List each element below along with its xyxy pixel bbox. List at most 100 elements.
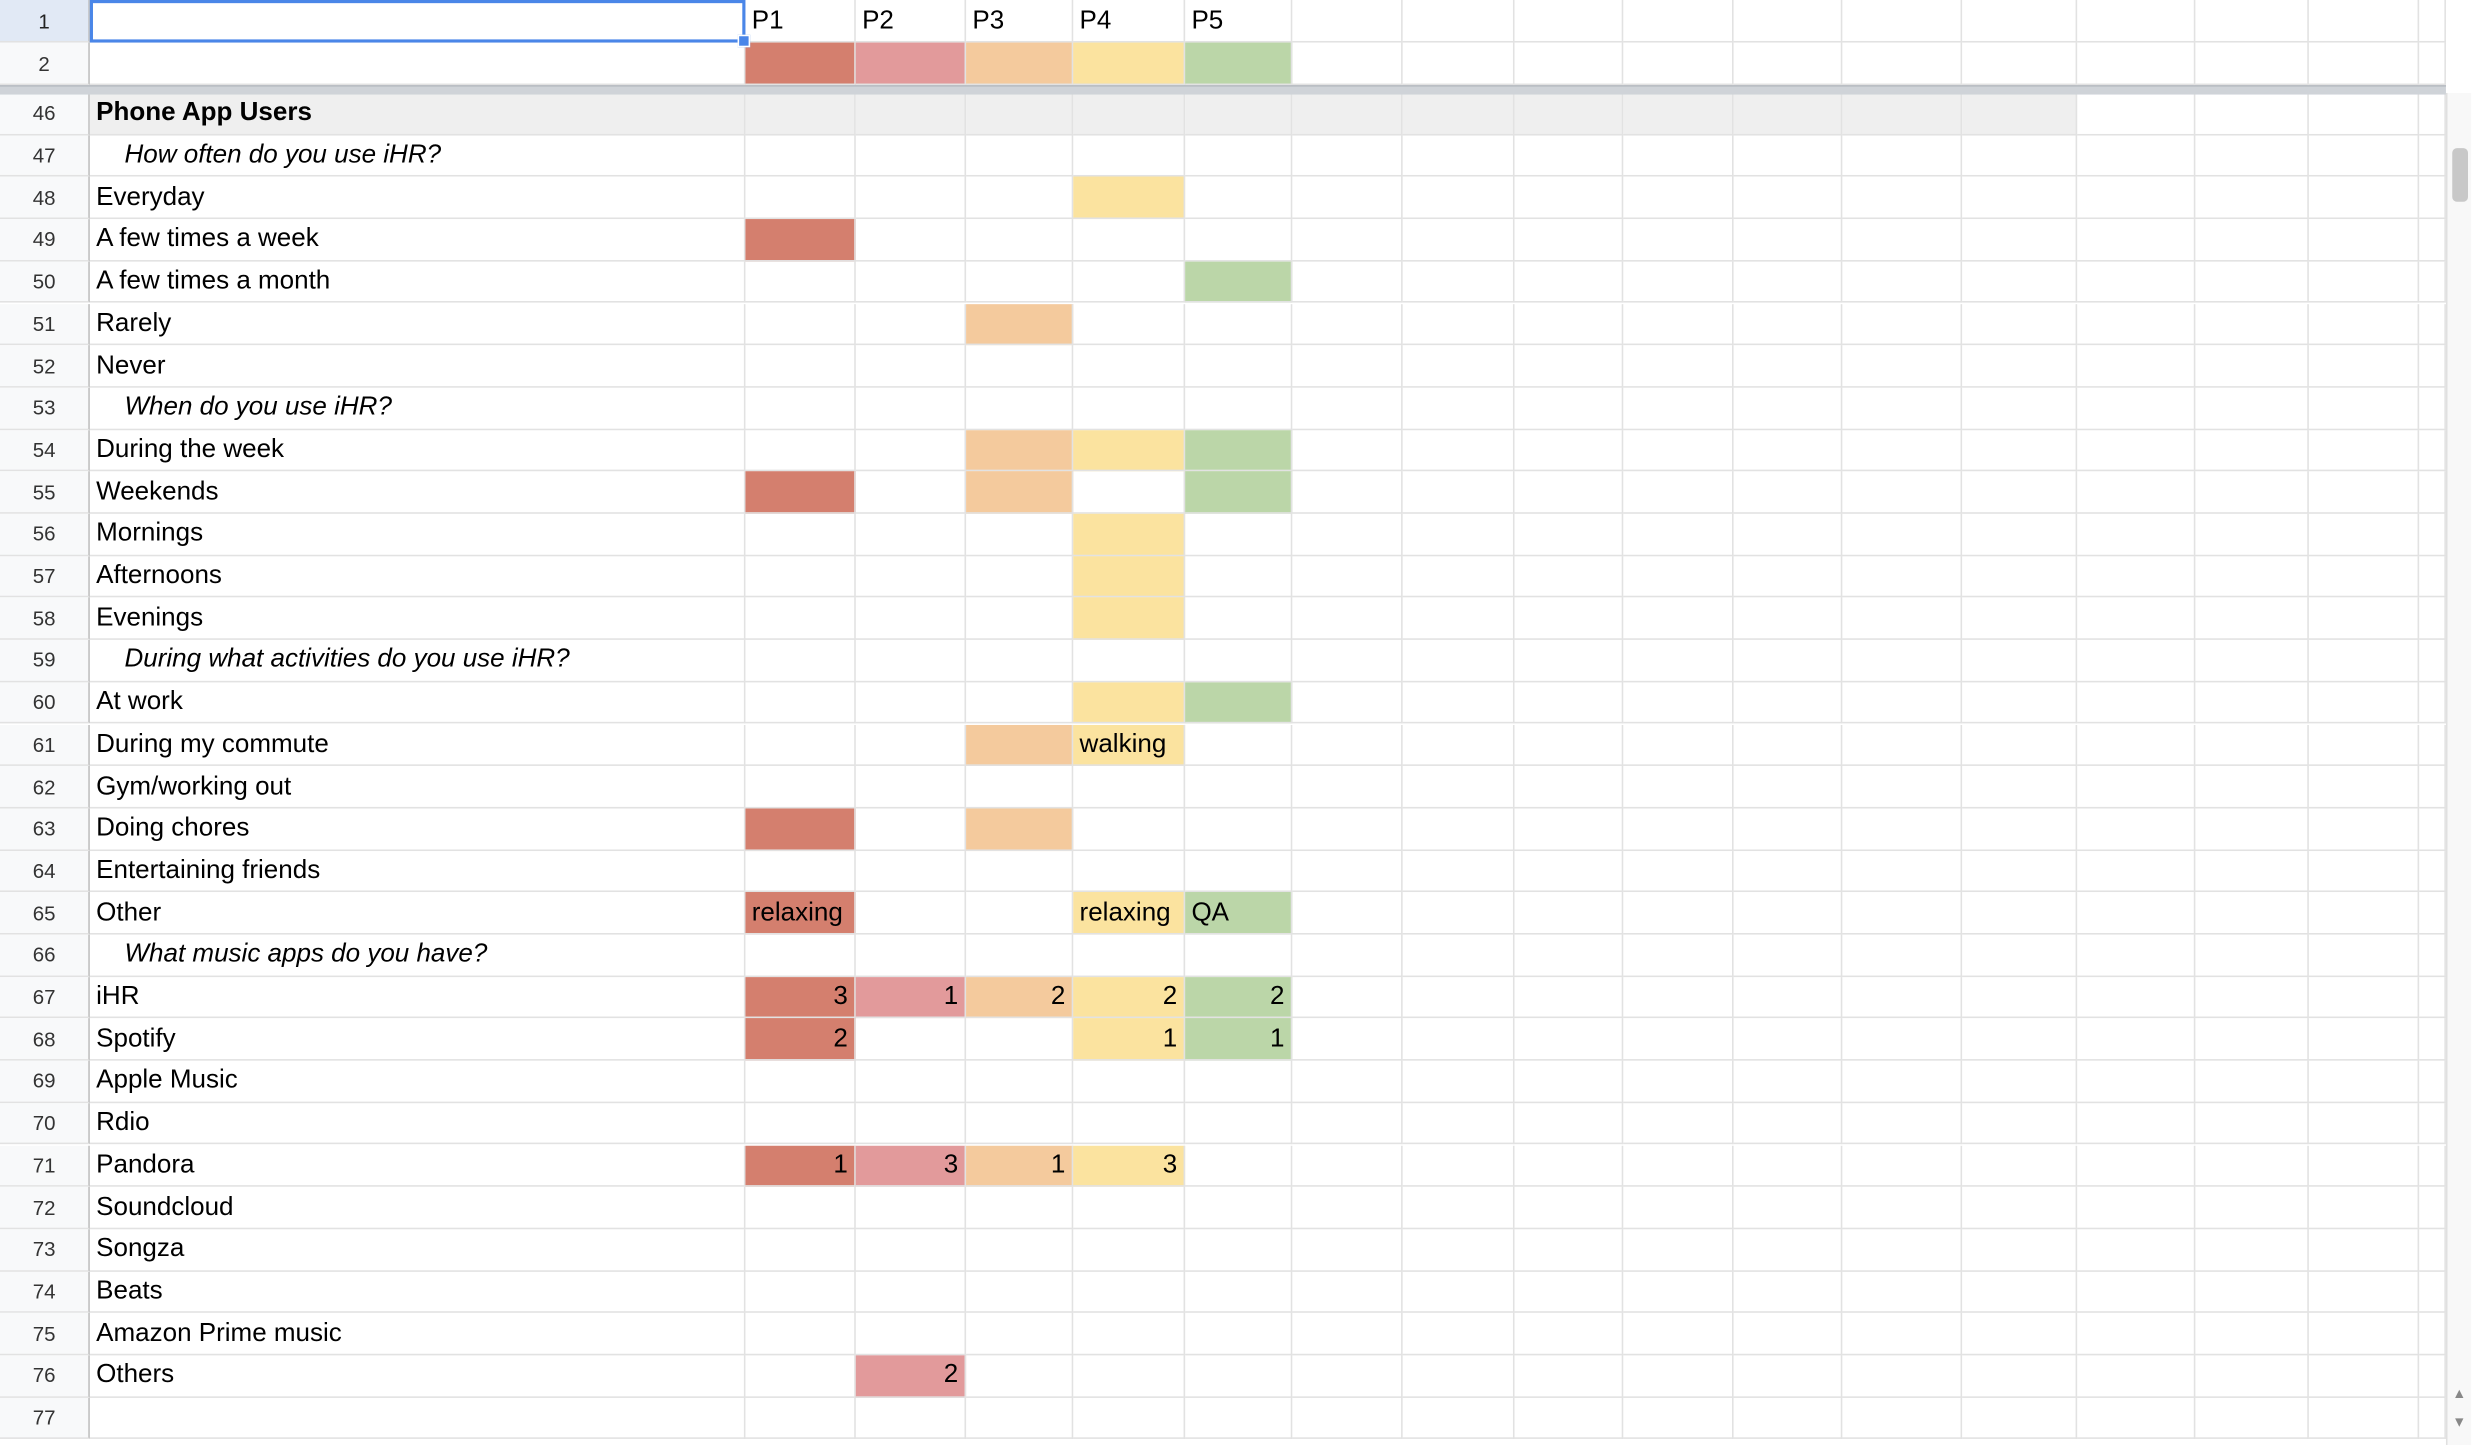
row-header[interactable]: 53 bbox=[0, 387, 90, 430]
response-cell-p3[interactable] bbox=[966, 555, 1074, 598]
row-header[interactable]: 66 bbox=[0, 934, 90, 977]
response-cell-p1[interactable] bbox=[745, 345, 856, 388]
response-cell-p2[interactable] bbox=[855, 597, 967, 640]
grid-cell[interactable] bbox=[1733, 1271, 1843, 1314]
grid-cell[interactable] bbox=[1842, 303, 1963, 346]
grid-cell[interactable] bbox=[1402, 219, 1515, 262]
row-label[interactable]: Afternoons bbox=[89, 555, 746, 598]
grid-cell[interactable] bbox=[1842, 682, 1963, 725]
grid-cell[interactable] bbox=[1514, 1187, 1624, 1230]
response-cell-p2[interactable] bbox=[855, 345, 967, 388]
grid-cell[interactable] bbox=[1962, 387, 2078, 430]
grid-cell[interactable] bbox=[1514, 387, 1624, 430]
response-cell-p5[interactable] bbox=[1185, 219, 1293, 262]
grid-cell[interactable] bbox=[1623, 1313, 1734, 1356]
grid-cell[interactable] bbox=[1292, 1102, 1403, 1145]
response-cell-p2[interactable] bbox=[855, 682, 967, 725]
response-cell-p5[interactable] bbox=[1185, 682, 1293, 725]
response-cell-p3[interactable] bbox=[966, 1060, 1074, 1103]
grid-cell[interactable] bbox=[1514, 892, 1624, 935]
response-cell-p2[interactable] bbox=[855, 1229, 967, 1272]
grid-cell[interactable] bbox=[2195, 766, 2309, 809]
row-label[interactable]: Amazon Prime music bbox=[89, 1313, 746, 1356]
grid-cell[interactable] bbox=[1842, 1144, 1963, 1188]
grid-cell[interactable] bbox=[1402, 555, 1515, 598]
grid-cell[interactable] bbox=[2077, 135, 2196, 178]
grid-cell[interactable] bbox=[1402, 387, 1515, 430]
response-cell-p2[interactable] bbox=[855, 640, 967, 683]
grid-cell[interactable] bbox=[2077, 0, 2196, 43]
grid-cell[interactable] bbox=[1962, 1229, 2078, 1272]
grid-cell[interactable] bbox=[2419, 1060, 2446, 1103]
grid-cell[interactable] bbox=[1733, 429, 1843, 472]
grid-cell[interactable] bbox=[1842, 597, 1963, 640]
grid-cell[interactable] bbox=[1292, 1144, 1403, 1188]
grid-cell[interactable] bbox=[1514, 345, 1624, 388]
row-label[interactable]: What music apps do you have? bbox=[89, 934, 746, 977]
response-cell-p1[interactable] bbox=[745, 1187, 856, 1230]
grid-cell[interactable] bbox=[1962, 808, 2078, 851]
grid-cell[interactable] bbox=[1733, 1102, 1843, 1145]
grid-cell[interactable] bbox=[1514, 1144, 1624, 1188]
grid-cell[interactable] bbox=[2308, 42, 2420, 86]
grid-cell[interactable] bbox=[2195, 345, 2309, 388]
grid-cell[interactable] bbox=[2419, 513, 2446, 556]
grid-cell[interactable] bbox=[1623, 976, 1734, 1019]
grid-cell[interactable] bbox=[1402, 303, 1515, 346]
row-header[interactable]: 60 bbox=[0, 682, 90, 725]
response-cell-p5[interactable] bbox=[1185, 555, 1293, 598]
response-cell-p5[interactable] bbox=[1185, 261, 1293, 304]
response-cell-p2[interactable] bbox=[855, 471, 967, 514]
grid-cell[interactable] bbox=[966, 42, 1074, 86]
response-cell-p5[interactable] bbox=[1185, 92, 1293, 136]
grid-cell[interactable] bbox=[2195, 0, 2309, 43]
grid-cell[interactable] bbox=[1842, 0, 1963, 43]
response-cell-p4[interactable] bbox=[1073, 345, 1186, 388]
row-header[interactable]: 58 bbox=[0, 597, 90, 640]
grid-cell[interactable] bbox=[2419, 303, 2446, 346]
grid-cell[interactable] bbox=[2419, 387, 2446, 430]
response-cell-p5[interactable] bbox=[1185, 1187, 1293, 1230]
grid-cell[interactable] bbox=[1733, 1313, 1843, 1356]
grid-cell[interactable] bbox=[1842, 1102, 1963, 1145]
response-cell-p4[interactable] bbox=[1073, 1229, 1186, 1272]
grid-cell[interactable] bbox=[1514, 1355, 1624, 1398]
response-cell-p4[interactable] bbox=[1073, 471, 1186, 514]
grid-cell[interactable] bbox=[1402, 471, 1515, 514]
grid-cell[interactable] bbox=[1514, 682, 1624, 725]
row-header[interactable]: 65 bbox=[0, 892, 90, 935]
grid-cell[interactable] bbox=[1623, 1144, 1734, 1188]
grid-cell[interactable] bbox=[1623, 303, 1734, 346]
grid-cell[interactable] bbox=[1962, 177, 2078, 220]
grid-cell[interactable] bbox=[1623, 850, 1734, 893]
response-cell-p2[interactable] bbox=[855, 219, 967, 262]
grid-cell[interactable] bbox=[1623, 724, 1734, 767]
grid-cell[interactable] bbox=[1402, 1102, 1515, 1145]
grid-cell[interactable] bbox=[1402, 92, 1515, 136]
response-cell-p5[interactable] bbox=[1185, 1271, 1293, 1314]
grid-cell[interactable] bbox=[2419, 640, 2446, 683]
grid-cell[interactable] bbox=[2195, 429, 2309, 472]
grid-cell[interactable] bbox=[1733, 555, 1843, 598]
grid-cell[interactable] bbox=[2077, 934, 2196, 977]
grid-cell[interactable] bbox=[2419, 976, 2446, 1019]
response-cell-p3[interactable] bbox=[966, 261, 1074, 304]
grid-cell[interactable] bbox=[2308, 1271, 2420, 1314]
response-cell-p3[interactable] bbox=[966, 597, 1074, 640]
response-cell-p3[interactable] bbox=[966, 513, 1074, 556]
response-cell-p5[interactable] bbox=[1185, 1060, 1293, 1103]
grid-cell[interactable] bbox=[2419, 92, 2446, 136]
response-cell-p5[interactable] bbox=[1185, 1355, 1293, 1398]
grid-cell[interactable] bbox=[1733, 1144, 1843, 1188]
grid-cell[interactable] bbox=[2419, 177, 2446, 220]
grid-cell[interactable] bbox=[2077, 850, 2196, 893]
response-cell-p4[interactable] bbox=[1073, 1102, 1186, 1145]
grid-cell[interactable] bbox=[1962, 1355, 2078, 1398]
grid-cell[interactable] bbox=[1514, 135, 1624, 178]
grid-cell[interactable] bbox=[2419, 682, 2446, 725]
grid-cell[interactable] bbox=[1962, 976, 2078, 1019]
grid-cell[interactable] bbox=[1292, 0, 1403, 43]
response-cell-p1[interactable] bbox=[745, 640, 856, 683]
grid-cell[interactable] bbox=[1514, 513, 1624, 556]
response-cell-p2[interactable] bbox=[855, 1271, 967, 1314]
